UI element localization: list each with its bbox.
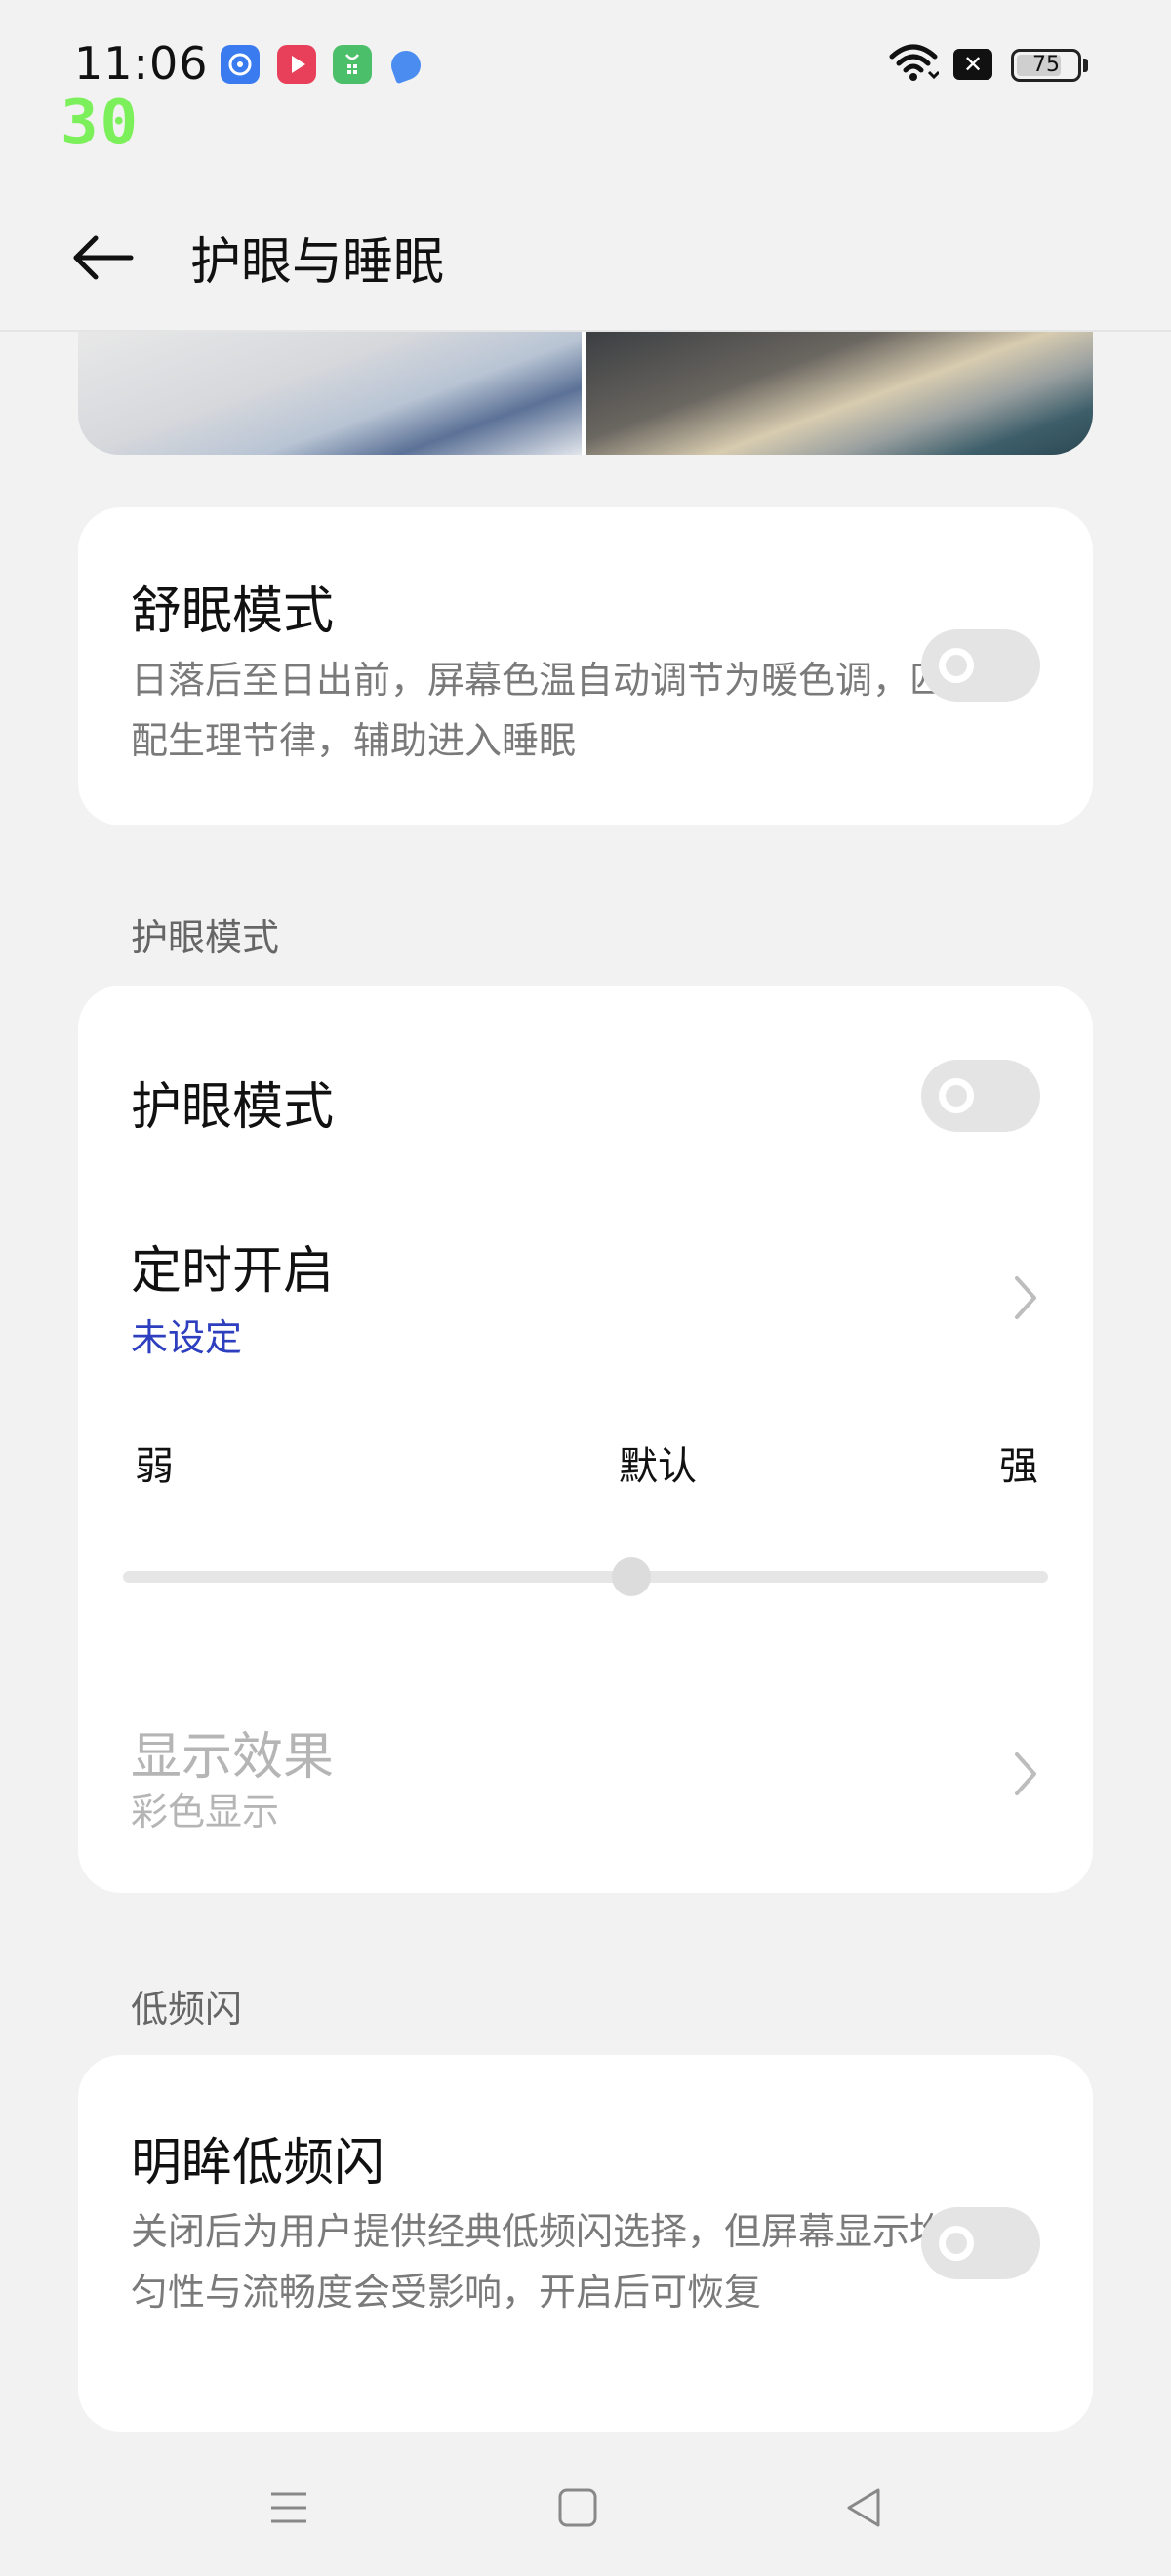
toggle-knob	[939, 1078, 974, 1113]
low-flicker-section-label: 低频闪	[131, 1988, 243, 2031]
schedule-value: 未设定	[131, 1316, 243, 1359]
preview-banner-image	[78, 332, 1093, 455]
schedule-row[interactable]: 定时开启 未设定	[78, 1200, 1093, 1359]
intensity-slider-track[interactable]	[123, 1571, 1048, 1583]
status-bar: 11:06 ✕ 75 30	[0, 0, 1171, 154]
low-flicker-card: 明眸低频闪 关闭后为用户提供经典低频闪选择，但屏幕显示均匀性与流畅度会受影响，开…	[78, 2055, 1093, 2432]
low-flicker-description: 关闭后为用户提供经典低频闪选择，但屏幕显示均匀性与流畅度会受影响，开启后可恢复	[131, 2210, 948, 2314]
back-button[interactable]	[64, 219, 142, 297]
back-triangle-icon	[847, 2488, 880, 2527]
status-time: 11:06	[74, 37, 209, 90]
arrow-left-icon	[73, 235, 134, 280]
eye-care-card: 护眼模式 定时开启 未设定 弱 默认 强 显示效果 彩色显示	[78, 986, 1093, 1893]
intensity-slider-thumb[interactable]	[612, 1557, 652, 1596]
eye-care-mode-title: 护眼模式	[131, 1078, 335, 1137]
chevron-right-icon	[1015, 1276, 1036, 1319]
battery-percentage: 75	[1032, 53, 1060, 77]
intensity-min-label: 弱	[135, 1444, 174, 1489]
eye-care-mode-toggle[interactable]	[921, 1060, 1040, 1132]
page-title: 护眼与睡眠	[190, 233, 445, 292]
battery-icon: 75	[1011, 49, 1081, 82]
fps-overlay: 30	[61, 87, 141, 159]
shopping-bag-icon	[333, 45, 372, 84]
sleep-mode-toggle[interactable]	[921, 629, 1040, 702]
back-nav-button[interactable]	[835, 2478, 894, 2537]
display-effect-value: 彩色显示	[131, 1791, 280, 1833]
chevron-right-icon	[1015, 1752, 1036, 1795]
schedule-title: 定时开启	[131, 1242, 335, 1301]
chat-bubble-icon	[221, 45, 260, 84]
banner-mountain-lake-image	[586, 332, 1093, 455]
navigation-bar	[0, 2439, 1171, 2576]
display-effect-row[interactable]: 显示效果 彩色显示	[78, 1688, 1093, 1844]
feather-icon	[386, 46, 425, 85]
play-icon	[277, 45, 316, 84]
low-flicker-title: 明眸低频闪	[131, 2134, 385, 2193]
sleep-mode-title: 舒眠模式	[131, 583, 335, 641]
wifi-icon	[888, 43, 941, 82]
toggle-knob	[939, 2226, 974, 2261]
banner-mountain-snow-image	[78, 332, 582, 455]
home-icon	[558, 2488, 597, 2527]
sleep-mode-description: 日落后至日出前，屏幕色温自动调节为暖色调，匹配生理节律，辅助进入睡眠	[131, 659, 948, 762]
display-effect-title: 显示效果	[131, 1728, 335, 1787]
sleep-mode-card: 舒眠模式 日落后至日出前，屏幕色温自动调节为暖色调，匹配生理节律，辅助进入睡眠	[78, 507, 1093, 825]
recents-button[interactable]	[260, 2478, 318, 2537]
intensity-default-label: 默认	[619, 1444, 697, 1489]
no-sim-icon: ✕	[953, 49, 992, 80]
eye-care-section-label: 护眼模式	[131, 916, 280, 959]
intensity-max-label: 强	[999, 1444, 1038, 1489]
battery-cap	[1083, 59, 1088, 72]
home-button[interactable]	[548, 2478, 607, 2537]
low-flicker-toggle[interactable]	[921, 2207, 1040, 2279]
menu-icon	[271, 2492, 306, 2523]
toggle-knob	[939, 648, 974, 683]
page-header: 护眼与睡眠	[0, 176, 1171, 332]
